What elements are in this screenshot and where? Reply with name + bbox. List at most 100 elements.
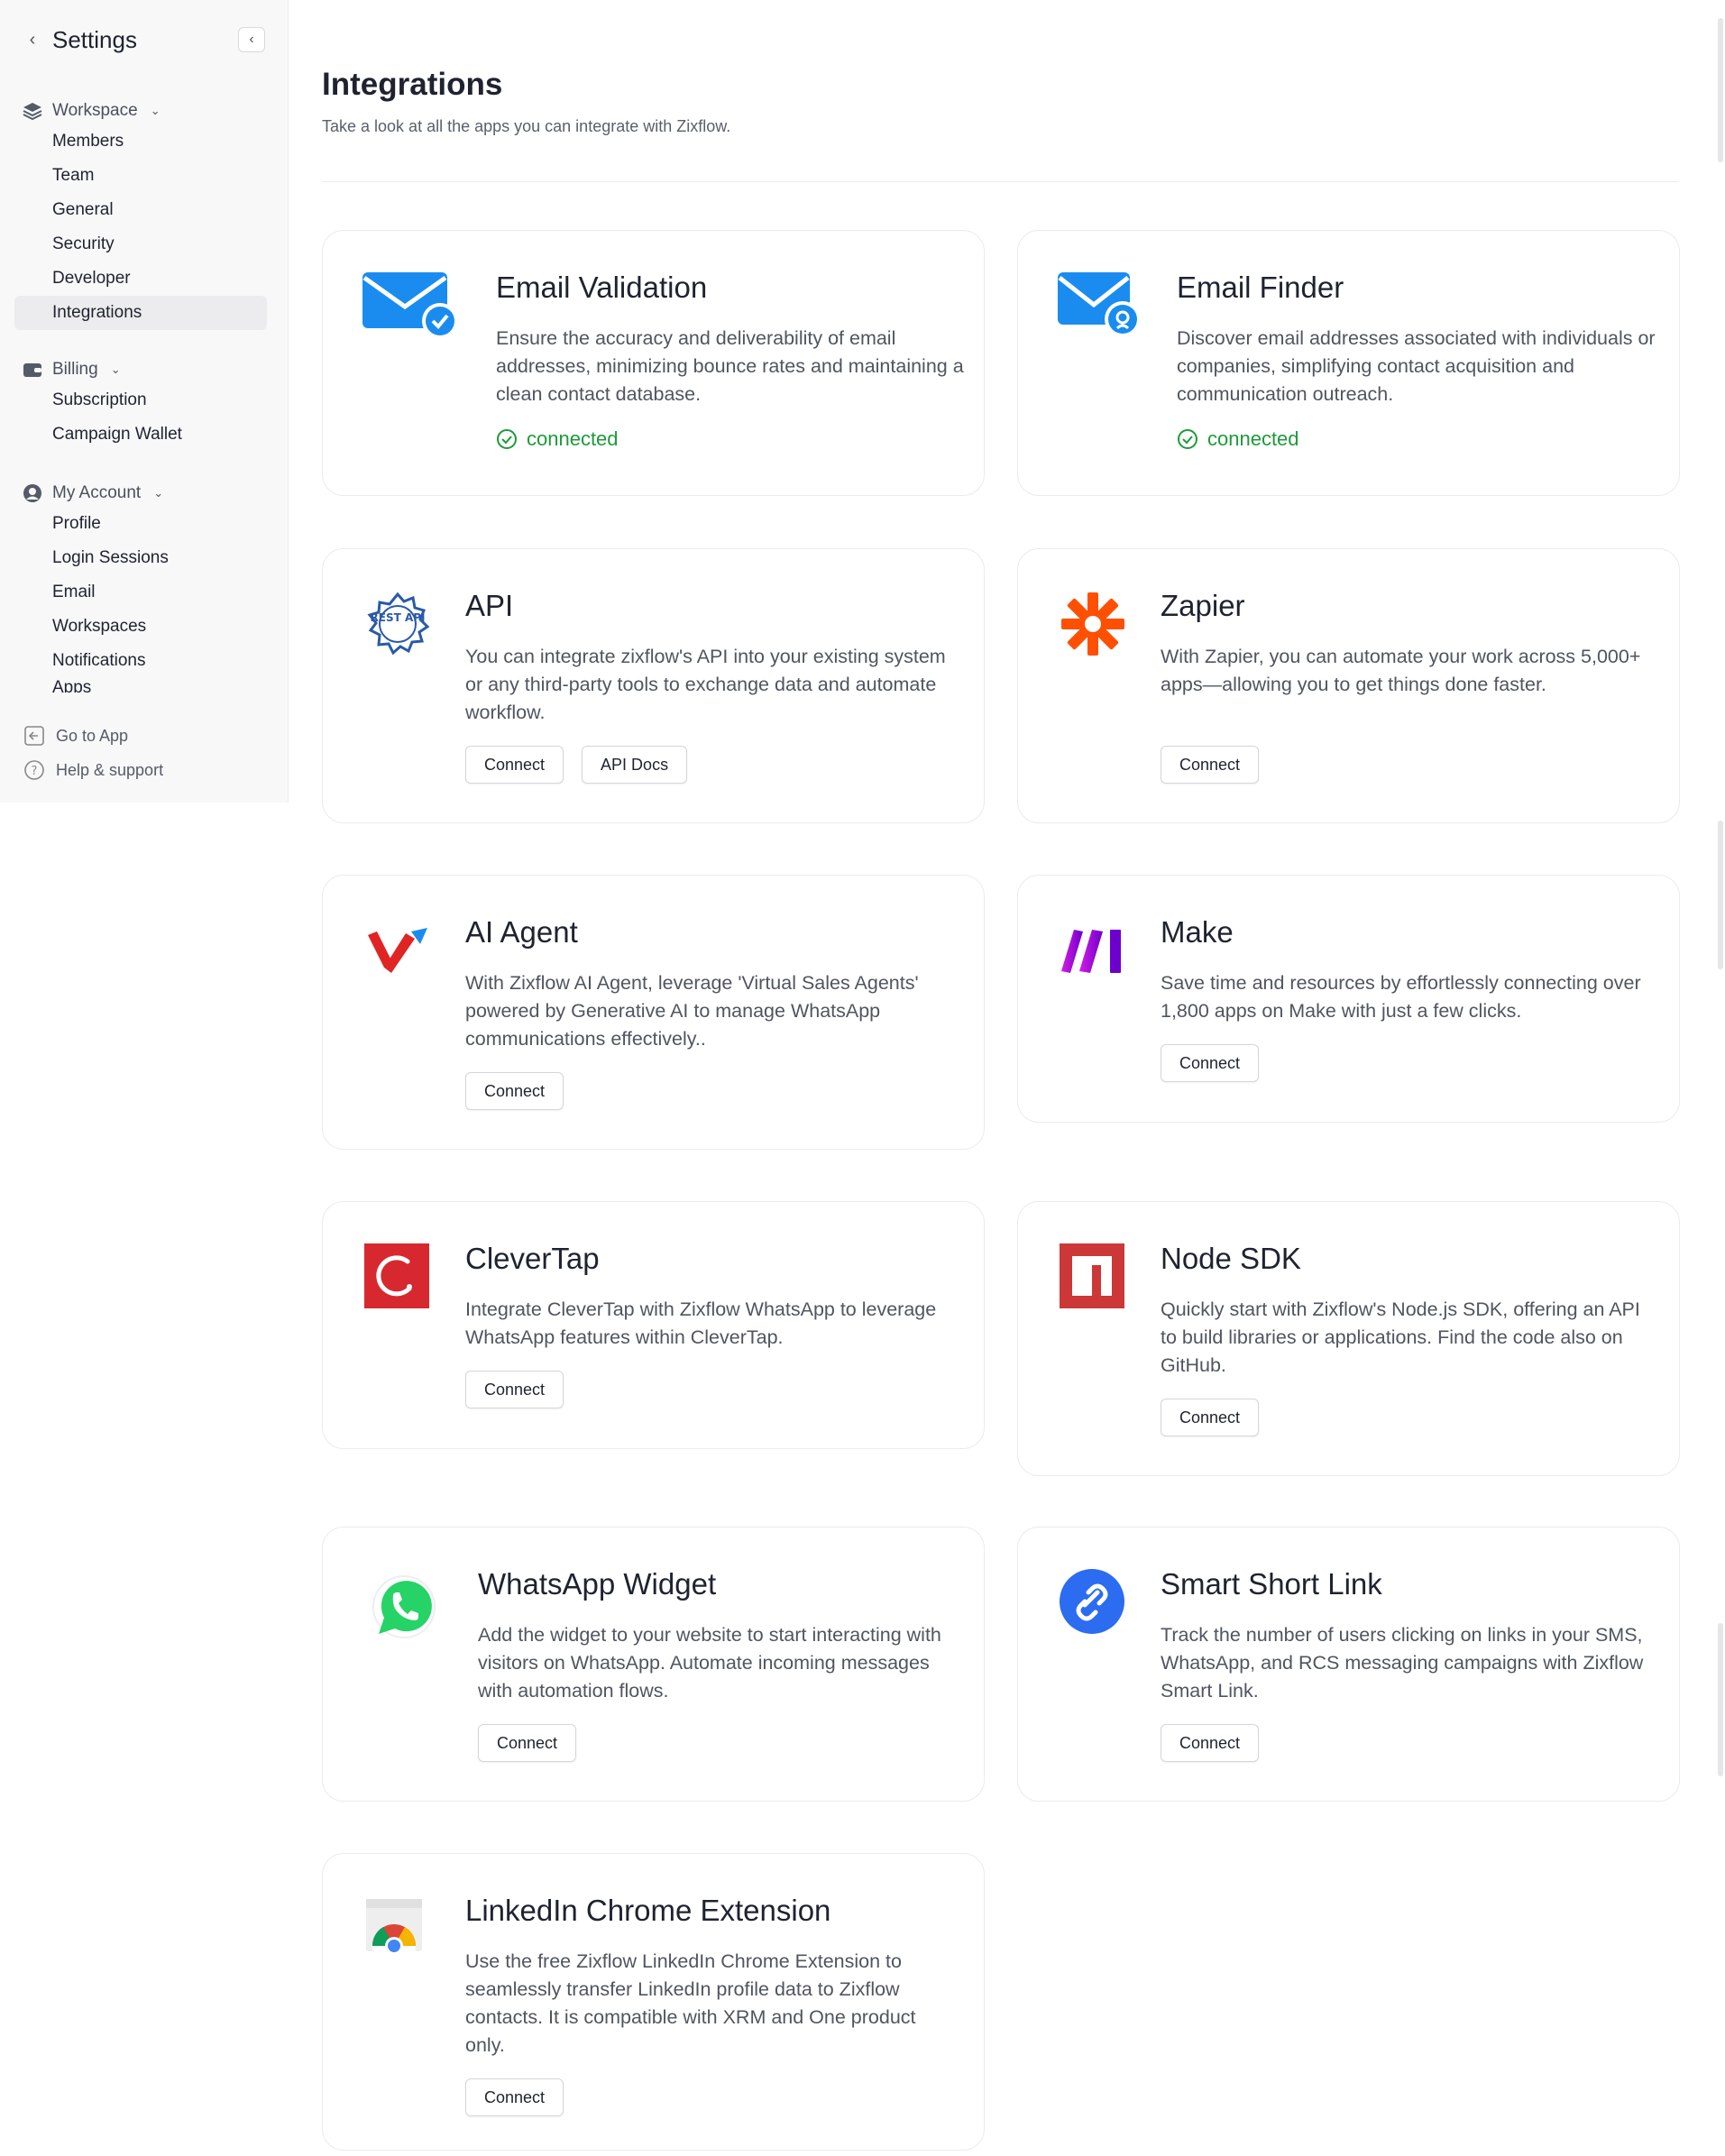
chevron-left-icon: ‹ (249, 32, 254, 47)
ai-agent-icon (362, 915, 433, 986)
card-actions: Connect (465, 1371, 564, 1408)
sidebar-item-security[interactable]: Security (22, 227, 267, 261)
chrome-extension-icon (362, 1894, 433, 1968)
sidebar-footer: Go to App ? Help & support (23, 719, 269, 787)
sidebar-item-integrations[interactable]: Integrations (14, 296, 267, 330)
integration-card-email-validation: Email Validation Ensure the accuracy and… (322, 230, 985, 496)
collapse-sidebar-button[interactable]: ‹ (238, 27, 265, 52)
scrollbar-thumb[interactable] (1718, 1623, 1723, 1776)
email-validation-icon (362, 271, 458, 341)
card-title: Email Validation (496, 271, 708, 304)
sidebar-item-login-sessions[interactable]: Login Sessions (22, 541, 267, 575)
link-icon (1058, 1567, 1128, 1638)
integration-card-zapier: Zapier With Zapier, you can automate you… (1017, 548, 1680, 823)
card-actions: Connect (1161, 746, 1260, 784)
sidebar-group-head[interactable]: My Account ⌄ (22, 480, 267, 507)
card-description: With Zapier, you can automate your work … (1161, 646, 1641, 695)
card-description: Save time and resources by effortlessly … (1161, 972, 1641, 1022)
connect-button[interactable]: Connect (1161, 1399, 1260, 1436)
card-description: Add the widget to your website to start … (478, 1624, 941, 1702)
whatsapp-icon (362, 1567, 436, 1638)
api-docs-button[interactable]: API Docs (582, 746, 688, 784)
sidebar-item-apps[interactable]: Apps (22, 678, 267, 693)
card-actions: Connect (478, 1724, 577, 1762)
card-actions: Connect (465, 1072, 564, 1110)
integration-card-email-finder: Email Finder Discover email addresses as… (1017, 230, 1680, 496)
card-title: Node SDK (1161, 1242, 1301, 1275)
connect-button[interactable]: Connect (1161, 1724, 1260, 1762)
sidebar-item-profile[interactable]: Profile (22, 507, 267, 541)
connected-status: connected (496, 427, 619, 451)
rest-api-icon: REST API (362, 589, 433, 659)
sidebar-item-email[interactable]: Email (22, 575, 267, 610)
card-actions: Connect (1161, 1044, 1260, 1082)
scrollbar[interactable] (1714, 0, 1725, 2156)
page-title: Integrations (322, 67, 503, 102)
card-actions: Connect (465, 2078, 564, 2116)
connect-button[interactable]: Connect (465, 746, 564, 784)
card-description: Ensure the accuracy and deliverability o… (496, 327, 964, 405)
scrollbar-thumb[interactable] (1718, 18, 1723, 162)
integration-card-smart-short-link: Smart Short Link Track the number of use… (1017, 1527, 1680, 1802)
sidebar-header: ‹ Settings ‹ (22, 22, 267, 58)
connect-button[interactable]: Connect (1161, 746, 1260, 784)
sidebar-item-members[interactable]: Members (22, 124, 267, 159)
scrollbar-thumb[interactable] (1718, 821, 1723, 969)
chevron-down-icon: ⌄ (150, 104, 161, 117)
clevertap-icon (362, 1242, 433, 1312)
sidebar-item-general[interactable]: General (22, 193, 267, 227)
sidebar-item-subscription[interactable]: Subscription (22, 383, 267, 417)
sidebar-group-my-account: My Account ⌄ Profile Login Sessions Emai… (22, 480, 267, 693)
sidebar-item-workspaces[interactable]: Workspaces (22, 610, 267, 644)
chevron-down-icon: ⌄ (153, 486, 164, 500)
help-icon: ? (23, 759, 45, 781)
card-description: Use the free Zixflow LinkedIn Chrome Ext… (465, 1950, 916, 2056)
integration-card-node-sdk: Node SDK Quickly start with Zixflow's No… (1017, 1201, 1680, 1476)
sidebar-group-label: Billing (52, 360, 98, 379)
integration-card-make: Make Save time and resources by effortle… (1017, 875, 1680, 1123)
sidebar-item-team[interactable]: Team (22, 159, 267, 193)
user-circle-icon (22, 482, 43, 504)
sidebar-item-developer[interactable]: Developer (22, 261, 267, 296)
help-support-link[interactable]: ? Help & support (23, 753, 269, 787)
status-label: connected (1207, 427, 1299, 450)
connect-button[interactable]: Connect (478, 1724, 577, 1762)
wallet-icon (22, 359, 43, 381)
card-description: You can integrate zixflow's API into you… (465, 646, 946, 723)
sidebar-group-billing: Billing ⌄ Subscription Campaign Wallet (22, 356, 267, 452)
card-title: LinkedIn Chrome Extension (465, 1894, 831, 1927)
npm-icon (1058, 1242, 1128, 1312)
card-actions: Connect (1161, 1399, 1260, 1436)
zapier-icon (1058, 589, 1128, 659)
back-icon[interactable]: ‹ (22, 29, 43, 50)
sidebar-group-head[interactable]: Billing ⌄ (22, 356, 267, 383)
connect-button[interactable]: Connect (465, 1371, 564, 1408)
connect-button[interactable]: Connect (465, 1072, 564, 1110)
connected-status: connected (1177, 427, 1299, 451)
status-label: connected (527, 427, 619, 450)
integration-card-linkedin-chrome-extension: LinkedIn Chrome Extension Use the free Z… (322, 1853, 985, 2151)
sidebar-group-head[interactable]: Workspace ⌄ (22, 97, 267, 124)
card-description: Quickly start with Zixflow's Node.js SDK… (1161, 1298, 1640, 1376)
sidebar-item-notifications[interactable]: Notifications (22, 644, 267, 678)
card-title: Smart Short Link (1161, 1567, 1382, 1601)
connect-button[interactable]: Connect (465, 2078, 564, 2116)
integration-card-api: REST API API You can integrate zixflow's… (322, 548, 985, 823)
connect-button[interactable]: Connect (1161, 1044, 1260, 1082)
icon-text: REST API (371, 611, 426, 624)
sidebar-item-campaign-wallet[interactable]: Campaign Wallet (22, 417, 267, 452)
help-support-label: Help & support (56, 760, 164, 779)
email-finder-icon (1058, 271, 1141, 341)
card-title: Make (1161, 915, 1234, 949)
go-to-app-link[interactable]: Go to App (23, 719, 269, 753)
card-title: WhatsApp Widget (478, 1567, 717, 1601)
sidebar-group-label: Workspace (52, 101, 138, 120)
layers-icon (22, 100, 43, 122)
sidebar-group-label: My Account (52, 483, 142, 502)
exit-icon (23, 725, 45, 747)
card-title: Email Finder (1177, 271, 1344, 304)
divider (322, 181, 1679, 182)
card-actions: Connect (1161, 1724, 1260, 1762)
card-description: Discover email addresses associated with… (1177, 327, 1656, 405)
card-title: Zapier (1161, 589, 1245, 622)
